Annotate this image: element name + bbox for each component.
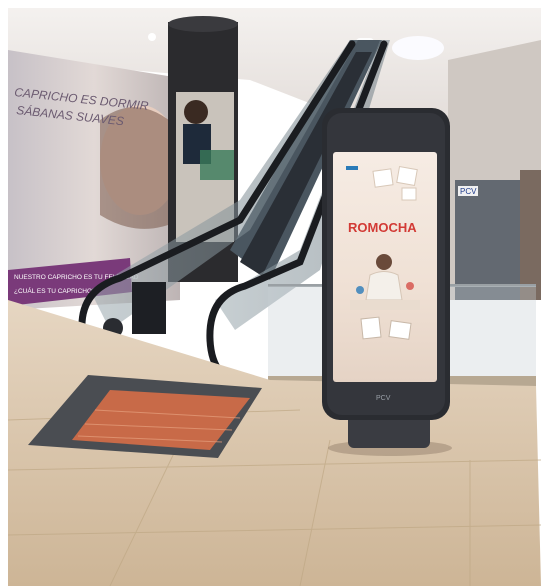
store-sign: PCV (460, 187, 477, 196)
kiosk-base-logo: PCV (376, 395, 391, 402)
screen-photo-1 (372, 168, 394, 188)
escalator-panel (132, 282, 166, 334)
screen-photo-4 (360, 316, 382, 340)
mall-escalator-photo: PCV CAPRICHO ES DORMIR SÁBANAS SUAVES NU… (0, 0, 549, 586)
screen-photo-3 (401, 187, 417, 201)
kiosk-brand: ROMOCHA (348, 220, 417, 235)
screen-model-body (365, 271, 403, 301)
ribbon-line-2: ¿CUÁL ES TU CAPRICHO? (14, 286, 96, 295)
screen-logo-badge (346, 166, 358, 170)
photo-frame: PCV CAPRICHO ES DORMIR SÁBANAS SUAVES NU… (0, 0, 549, 586)
screen-model-head (376, 254, 392, 270)
store-column (520, 170, 541, 300)
screen-photo-5 (388, 320, 412, 340)
screen-table (350, 300, 420, 310)
screen-photo-2 (396, 165, 418, 187)
